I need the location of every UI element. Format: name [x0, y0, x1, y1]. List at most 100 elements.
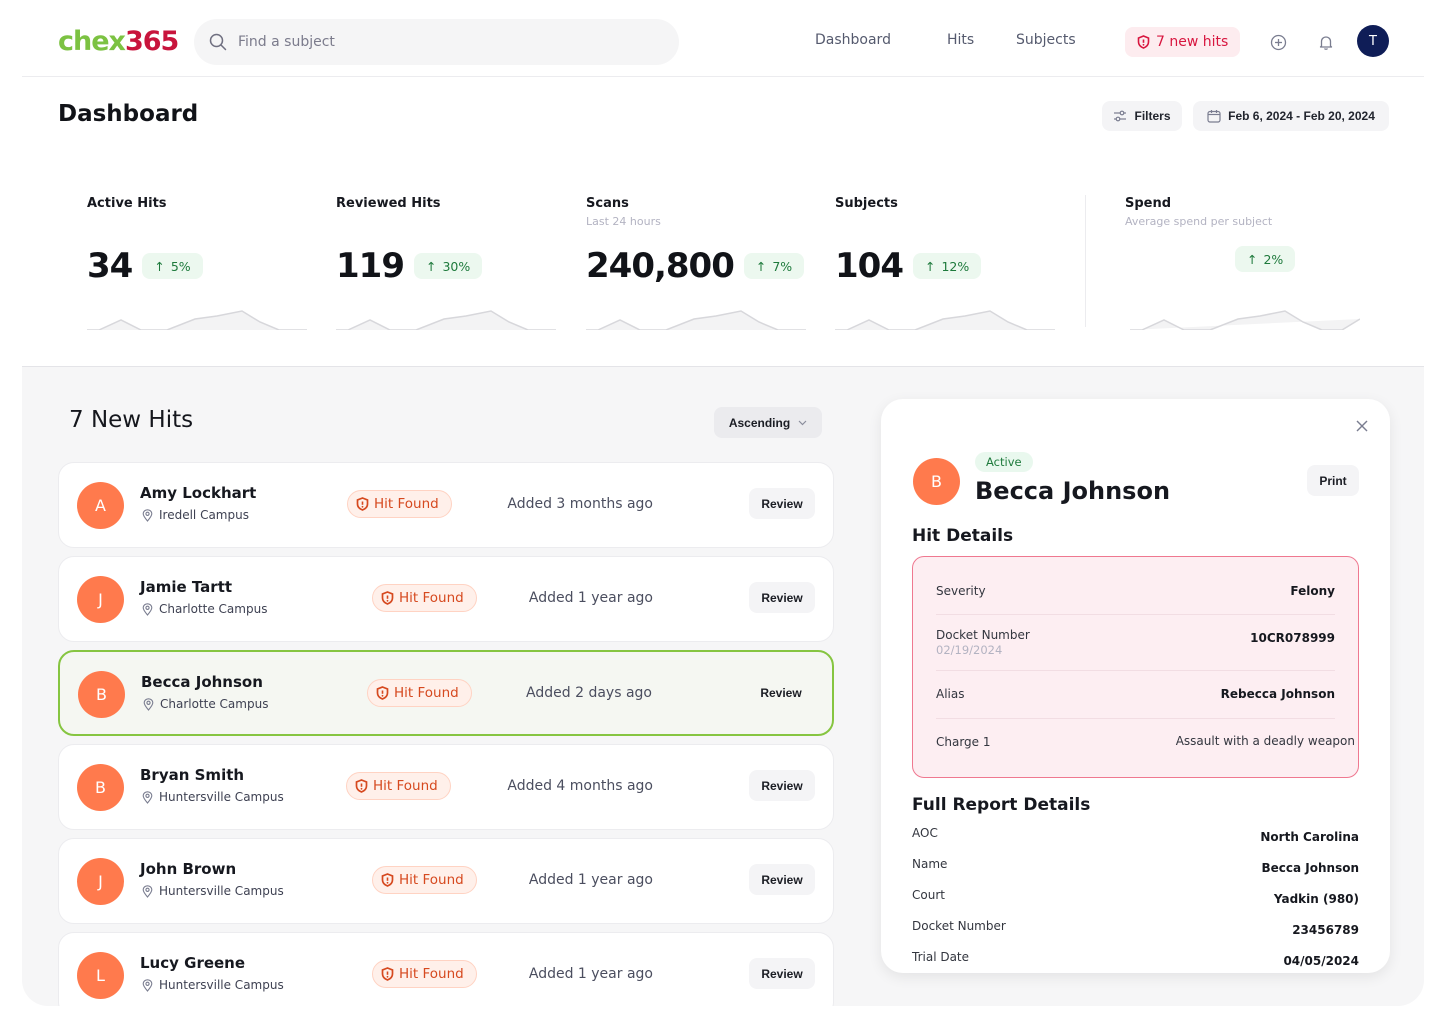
report-row: AOC North Carolina: [912, 826, 1359, 856]
report-row: Court Yadkin (980): [912, 888, 1359, 918]
hit-card[interactable]: B Becca Johnson Charlotte Campus Hit Found A…: [58, 650, 834, 736]
location-pin-icon: [142, 790, 153, 804]
hit-found-badge: Hit Found: [372, 584, 477, 612]
nav-hits[interactable]: Hits: [947, 32, 974, 48]
status-badge: Active: [975, 452, 1033, 472]
stat-delta-badge: ↑ 2%: [1235, 246, 1296, 272]
add-button[interactable]: [1267, 31, 1289, 53]
campus-label: Huntersville Campus: [159, 978, 284, 992]
hit-found-badge: Hit Found: [346, 772, 451, 800]
report-row: Docket Number 23456789: [912, 919, 1359, 949]
stat-value: 240,800: [586, 246, 735, 286]
stat-delta: 2%: [1263, 251, 1284, 267]
review-button[interactable]: Review: [749, 488, 815, 519]
print-button[interactable]: Print: [1307, 465, 1359, 496]
arrow-up-icon: ↑: [1247, 251, 1258, 267]
sparkline-path: [586, 310, 806, 330]
location-pin-icon: [142, 602, 153, 616]
detail-value: Rebecca Johnson: [1220, 687, 1335, 701]
stat-label: Spend: [1125, 196, 1172, 211]
shield-alert-icon: [376, 686, 389, 700]
campus: Iredell Campus: [142, 508, 249, 522]
app-logo[interactable]: chex365: [58, 26, 179, 57]
hit-found-badge: Hit Found: [347, 490, 452, 518]
subject-name[interactable]: Bryan Smith: [140, 766, 244, 784]
subject-name[interactable]: Amy Lockhart: [140, 484, 256, 502]
detail-value: 10CR078999: [1250, 631, 1335, 645]
sparkline-path: [1130, 310, 1360, 330]
added-time: Added 4 months ago: [507, 778, 653, 794]
subject-name[interactable]: Lucy Greene: [140, 954, 245, 972]
review-button[interactable]: Review: [748, 677, 814, 708]
subject-name[interactable]: Becca Johnson: [141, 673, 263, 691]
filters-button[interactable]: Filters: [1102, 101, 1182, 131]
stat-sublabel: [336, 215, 556, 229]
subject-name[interactable]: Jamie Tartt: [140, 578, 232, 596]
date-range-button[interactable]: Feb 6, 2024 - Feb 20, 2024: [1193, 101, 1389, 131]
hit-found-label: Hit Found: [399, 872, 464, 888]
date-range-label: Feb 6, 2024 - Feb 20, 2024: [1228, 109, 1375, 123]
campus-label: Iredell Campus: [159, 508, 249, 522]
hit-card[interactable]: B Bryan Smith Huntersville Campus Hit Found…: [58, 744, 834, 830]
full-report-title: Full Report Details: [912, 795, 1091, 815]
notifications-button[interactable]: [1315, 31, 1337, 53]
stat-scans: Scans Last 24 hours 240,800 ↑ 7%: [586, 196, 806, 336]
subject-avatar: B: [913, 458, 960, 505]
detail-label: Docket Number: [936, 628, 1030, 642]
detail-value: Assault with a deadly weapon: [1175, 734, 1355, 748]
nav-dashboard[interactable]: Dashboard: [815, 32, 891, 48]
stat-sublabel: Last 24 hours: [586, 215, 661, 228]
detail-label: Charge 1: [936, 735, 991, 749]
user-avatar[interactable]: T: [1357, 25, 1389, 57]
hit-detail-panel: B Active Becca Johnson Print Hit Details…: [881, 399, 1390, 973]
added-time: Added 1 year ago: [528, 590, 653, 606]
sort-dropdown[interactable]: Ascending: [714, 407, 822, 438]
added-time: Added 1 year ago: [528, 966, 653, 982]
stat-delta-badge: ↑ 5%: [142, 253, 203, 279]
arrow-up-icon: ↑: [924, 258, 936, 274]
nav-subjects[interactable]: Subjects: [1016, 32, 1076, 48]
hit-details-title: Hit Details: [912, 526, 1014, 546]
close-icon[interactable]: [1353, 417, 1371, 435]
detail-sublabel: 02/19/2024: [936, 643, 1003, 657]
hit-detail-row: Charge 1 Assault with a deadly weapon: [936, 719, 1355, 777]
stat-delta: 5%: [170, 258, 191, 274]
subject-avatar: A: [77, 482, 124, 529]
new-hits-label: 7 new hits: [1156, 34, 1229, 50]
logo-text: chex: [58, 26, 126, 57]
hit-card[interactable]: J Jamie Tartt Charlotte Campus Hit Found Add…: [58, 556, 834, 642]
shield-alert-icon: [381, 967, 394, 981]
subject-name[interactable]: John Brown: [140, 860, 236, 878]
campus-label: Charlotte Campus: [160, 697, 269, 711]
report-value: Yadkin (980): [1273, 892, 1359, 906]
hit-detail-row: Severity Felony: [936, 557, 1335, 615]
location-pin-icon: [142, 978, 153, 992]
stat-active-hits: Active Hits 34 ↑ 5%: [87, 196, 307, 336]
hit-detail-row: Alias Rebecca Johnson: [936, 671, 1335, 719]
stat-label: Active Hits: [87, 196, 167, 211]
search-input[interactable]: [238, 34, 658, 50]
hit-card[interactable]: J John Brown Huntersville Campus Hit Found A…: [58, 838, 834, 924]
review-button[interactable]: Review: [749, 770, 815, 801]
hit-card[interactable]: A Amy Lockhart Iredell Campus Hit Found Adde…: [58, 462, 834, 548]
detail-label: Severity: [936, 584, 986, 598]
sparkline: [87, 310, 307, 330]
stat-label: Reviewed Hits: [336, 196, 441, 211]
report-value: 04/05/2024: [1283, 954, 1359, 968]
campus-label: Charlotte Campus: [159, 602, 268, 616]
hit-detail-row: Docket Number 02/19/2024 10CR078999: [936, 615, 1335, 671]
new-hits-button[interactable]: 7 new hits: [1125, 27, 1241, 57]
review-button[interactable]: Review: [749, 958, 815, 989]
hit-found-label: Hit Found: [399, 966, 464, 982]
stat-delta: 30%: [442, 258, 471, 274]
hit-found-label: Hit Found: [394, 685, 459, 701]
hits-title: 7 New Hits: [69, 407, 194, 433]
stat-delta-badge: ↑ 7%: [743, 253, 805, 279]
search-box[interactable]: [194, 19, 679, 65]
stat-value: 119: [336, 246, 405, 286]
review-button[interactable]: Review: [749, 582, 815, 613]
stat-delta-badge: ↑ 12%: [912, 253, 982, 279]
stat-value: 104: [835, 246, 904, 286]
review-button[interactable]: Review: [749, 864, 815, 895]
hit-card[interactable]: L Lucy Greene Huntersville Campus Hit Found…: [58, 932, 834, 1006]
